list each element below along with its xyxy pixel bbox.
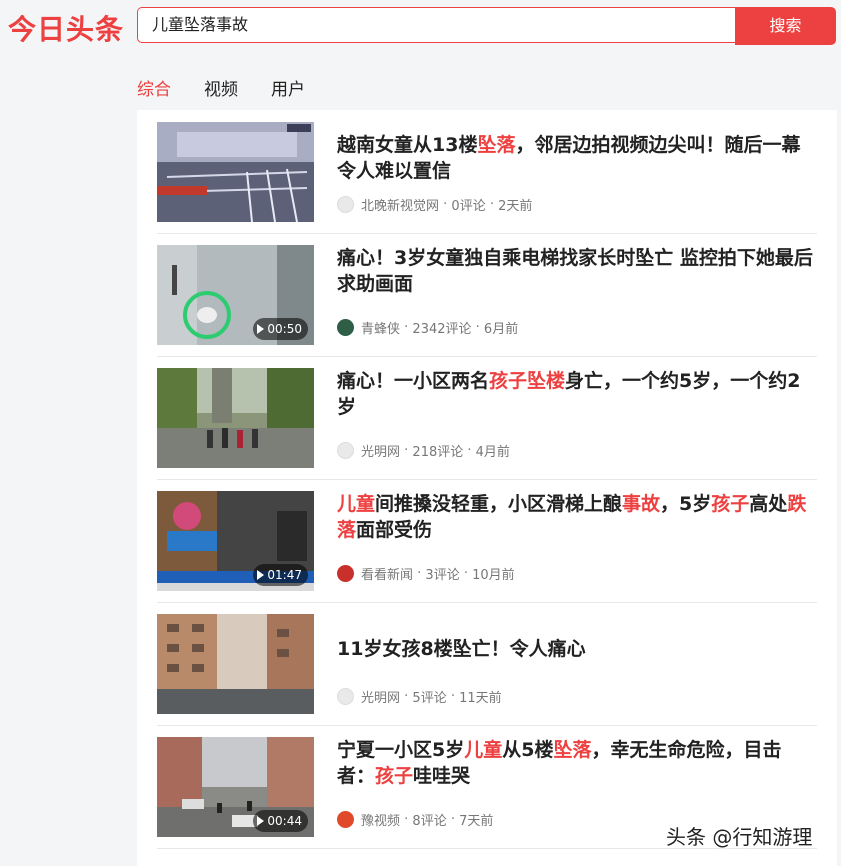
video-duration-badge: 00:50 bbox=[253, 318, 308, 340]
result-item[interactable]: 越南女童从13楼坠落，邻居边拍视频边尖叫！随后一幕令人难以置信 北晚新视觉网 ·… bbox=[157, 110, 817, 234]
title-highlight: 坠落 bbox=[553, 739, 592, 761]
publish-time: 10月前 bbox=[472, 568, 515, 583]
k-logo-icon bbox=[337, 565, 354, 582]
title-highlight: 孩子 bbox=[375, 765, 414, 787]
result-thumbnail[interactable] bbox=[157, 368, 314, 468]
result-thumbnail[interactable]: 01:47 bbox=[157, 491, 314, 591]
title-highlight: 坠落 bbox=[477, 134, 516, 156]
result-thumbnail[interactable] bbox=[157, 122, 314, 222]
source-name[interactable]: 看看新闻 bbox=[361, 564, 413, 583]
source-name[interactable]: 豫视频 bbox=[361, 810, 400, 829]
result-item[interactable]: 01:47 儿童间推搡没轻重，小区滑梯上酿事故，5岁孩子高处跌落面部受伤 看看新… bbox=[157, 479, 817, 603]
title-text: 高处 bbox=[749, 493, 788, 515]
result-item[interactable]: 痛心！一小区两名孩子坠楼身亡，一个约5岁，一个约2岁 光明网 · 218评论 ·… bbox=[157, 356, 817, 480]
title-highlight: 儿童 bbox=[464, 739, 503, 761]
source-name[interactable]: 光明网 bbox=[361, 687, 400, 706]
publish-time: 7天前 bbox=[459, 814, 494, 829]
video-duration-badge: 00:44 bbox=[253, 810, 308, 832]
result-thumbnail[interactable] bbox=[157, 614, 314, 714]
result-meta: 豫视频 · 8评论 · 7天前 bbox=[337, 810, 493, 829]
newspaper-icon bbox=[337, 688, 354, 705]
title-text: 痛心！一小区两名 bbox=[337, 370, 490, 392]
publish-time: 2天前 bbox=[498, 199, 533, 214]
source-name[interactable]: 青蜂侠 bbox=[361, 318, 400, 337]
tab-all[interactable]: 综合 bbox=[137, 75, 171, 100]
comment-count: 218评论 bbox=[412, 445, 464, 460]
result-title[interactable]: 宁夏一小区5岁儿童从5楼坠落，幸无生命危险，目击者：孩子哇哇哭 bbox=[337, 737, 817, 789]
publish-time: 6月前 bbox=[483, 322, 519, 337]
source-name[interactable]: 光明网 bbox=[361, 441, 400, 460]
result-thumbnail[interactable]: 00:44 bbox=[157, 737, 314, 837]
result-title[interactable]: 11岁女孩8楼坠亡！令人痛心 bbox=[337, 636, 817, 662]
result-title[interactable]: 痛心！3岁女童独自乘电梯找家长时坠亡 监控拍下她最后求助画面 bbox=[337, 245, 817, 297]
result-meta: 北晚新视觉网 · 0评论 · 2天前 bbox=[337, 195, 532, 214]
comment-count: 2342评论 bbox=[412, 322, 472, 337]
title-text: 痛心！3岁女童独自乘电梯找家长时坠亡 监控拍下她最后求助画面 bbox=[337, 247, 813, 295]
result-meta: 青蜂侠 · 2342评论 · 6月前 bbox=[337, 318, 518, 337]
comment-count: 8评论 bbox=[412, 814, 447, 829]
result-title[interactable]: 儿童间推搡没轻重，小区滑梯上酿事故，5岁孩子高处跌落面部受伤 bbox=[337, 491, 817, 543]
shield-icon bbox=[337, 319, 354, 336]
play-logo-icon bbox=[337, 811, 354, 828]
result-title[interactable]: 痛心！一小区两名孩子坠楼身亡，一个约5岁，一个约2岁 bbox=[337, 368, 817, 420]
result-meta: 光明网 · 218评论 · 4月前 bbox=[337, 441, 510, 460]
search-button[interactable]: 搜索 bbox=[735, 7, 836, 45]
video-duration-badge: 01:47 bbox=[253, 564, 308, 586]
title-text: 宁夏一小区5岁 bbox=[337, 739, 465, 761]
tab-users[interactable]: 用户 bbox=[271, 75, 305, 100]
play-icon bbox=[257, 324, 265, 334]
title-highlight: 儿童 bbox=[337, 493, 376, 515]
tab-video[interactable]: 视频 bbox=[204, 75, 238, 100]
result-thumbnail[interactable]: 00:50 bbox=[157, 245, 314, 345]
search-input[interactable]: 儿童坠落事故 bbox=[137, 7, 735, 43]
result-meta: 看看新闻 · 3评论 · 10月前 bbox=[337, 564, 515, 583]
title-text: ，5岁 bbox=[660, 493, 712, 515]
title-highlight: 事故 bbox=[622, 493, 661, 515]
publish-time: 11天前 bbox=[459, 691, 502, 706]
results-list: 越南女童从13楼坠落，邻居边拍视频边尖叫！随后一幕令人难以置信 北晚新视觉网 ·… bbox=[137, 110, 837, 866]
result-title[interactable]: 越南女童从13楼坠落，邻居边拍视频边尖叫！随后一幕令人难以置信 bbox=[337, 132, 817, 184]
comment-count: 3评论 bbox=[425, 568, 460, 583]
title-text: 11岁女孩8楼坠亡！令人痛心 bbox=[337, 638, 586, 660]
title-text: 哇哇哭 bbox=[413, 765, 471, 787]
result-tabs: 综合 视频 用户 bbox=[137, 75, 338, 100]
comment-count: 5评论 bbox=[412, 691, 447, 706]
title-text: 越南女童从13楼 bbox=[337, 134, 478, 156]
publish-time: 4月前 bbox=[475, 445, 510, 460]
source-name[interactable]: 北晚新视觉网 bbox=[361, 195, 439, 214]
watermark: 头条 @行知游理 bbox=[666, 825, 813, 849]
title-text: 间推搡没轻重，小区滑梯上酿 bbox=[375, 493, 623, 515]
title-highlight: 孩子 bbox=[711, 493, 750, 515]
toutiao-logo[interactable]: 今日头条 bbox=[8, 8, 124, 48]
result-item[interactable]: 11岁女孩8楼坠亡！令人痛心 光明网 · 5评论 · 11天前 bbox=[157, 602, 817, 726]
newspaper-icon bbox=[337, 196, 354, 213]
result-item[interactable]: 00:50 痛心！3岁女童独自乘电梯找家长时坠亡 监控拍下她最后求助画面 青蜂侠… bbox=[157, 233, 817, 357]
comment-count: 0评论 bbox=[451, 199, 486, 214]
play-icon bbox=[257, 816, 265, 826]
title-text: 从5楼 bbox=[502, 739, 554, 761]
play-icon bbox=[257, 570, 265, 580]
title-text: 面部受伤 bbox=[356, 519, 433, 541]
title-highlight: 孩子坠楼 bbox=[489, 370, 566, 392]
newspaper-icon bbox=[337, 442, 354, 459]
result-meta: 光明网 · 5评论 · 11天前 bbox=[337, 687, 502, 706]
